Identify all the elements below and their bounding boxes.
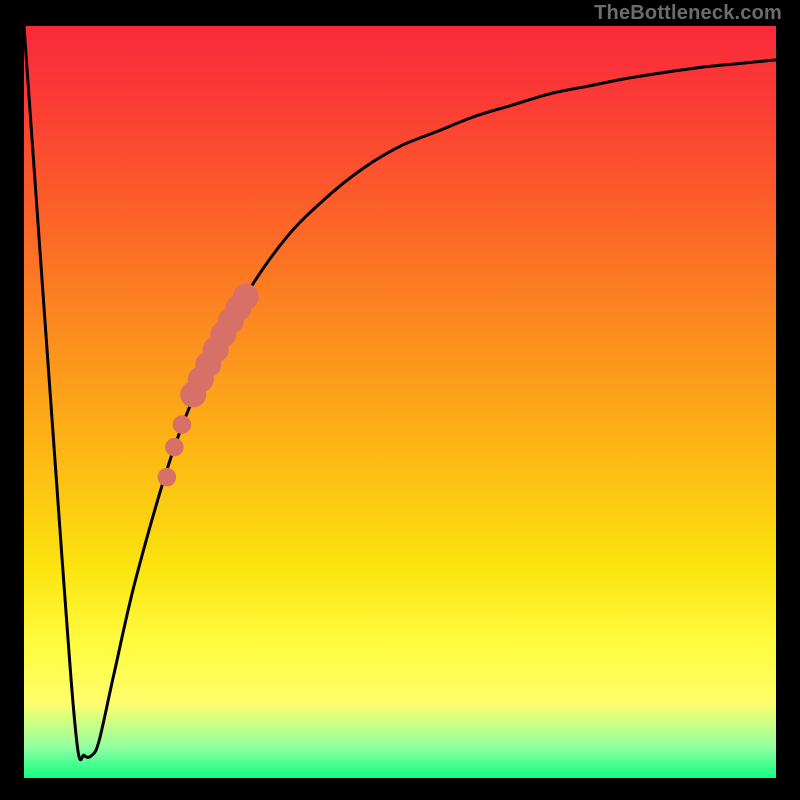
bottleneck-curve xyxy=(24,26,776,760)
watermark-label: TheBottleneck.com xyxy=(594,2,782,25)
chart-svg xyxy=(24,26,776,778)
data-points xyxy=(158,284,259,487)
chart-frame: TheBottleneck.com xyxy=(0,0,800,800)
plot-area xyxy=(24,26,776,778)
